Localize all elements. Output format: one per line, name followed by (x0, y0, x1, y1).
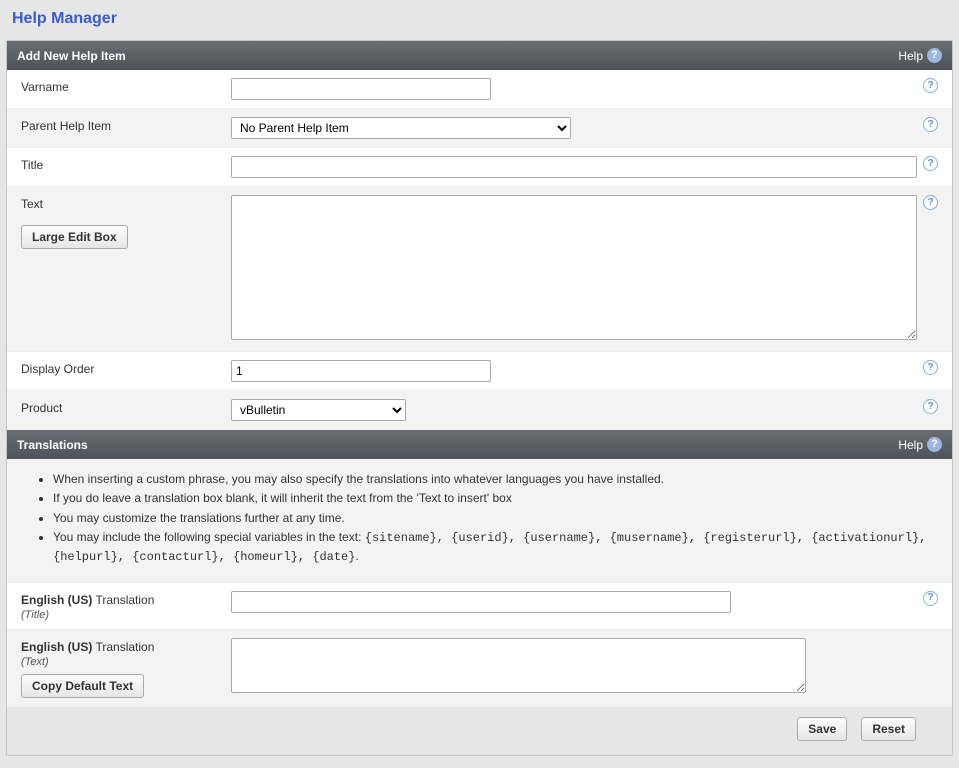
help-icon: ? (927, 48, 942, 63)
large-edit-box-button[interactable]: Large Edit Box (21, 225, 128, 249)
help-label-2: Help (898, 438, 923, 452)
label-text: Text (21, 197, 231, 211)
panel2-header: Translations Help ? (7, 430, 952, 459)
text-textarea[interactable] (231, 195, 917, 340)
row-parent: Parent Help Item No Parent Help Item ? (7, 109, 952, 148)
translations-info: When inserting a custom phrase, you may … (7, 459, 952, 583)
display-order-input[interactable] (231, 360, 491, 382)
page-title: Help Manager (0, 0, 959, 40)
label-parent: Parent Help Item (21, 117, 231, 133)
panel1-help-link[interactable]: Help ? (898, 48, 942, 63)
product-select[interactable]: vBulletin (231, 399, 406, 421)
translation-text-textarea[interactable] (231, 638, 806, 693)
varname-help-icon[interactable]: ? (923, 78, 938, 93)
label-display-order: Display Order (21, 360, 231, 376)
panel1-header: Add New Help Item Help ? (7, 41, 952, 70)
panel1-title: Add New Help Item (17, 49, 126, 63)
row-translation-title: English (US) Translation (Title) ? (7, 583, 952, 630)
reset-button[interactable]: Reset (861, 717, 916, 741)
add-help-item-panel: Add New Help Item Help ? Varname ? Paren… (6, 40, 953, 756)
product-help-icon[interactable]: ? (923, 399, 938, 414)
row-varname: Varname ? (7, 70, 952, 109)
info-bullet-2: If you do leave a translation box blank,… (53, 490, 934, 507)
text-help-icon[interactable]: ? (923, 195, 938, 210)
label-product: Product (21, 399, 231, 415)
row-text: Text Large Edit Box ? (7, 187, 952, 352)
panel2-title: Translations (17, 438, 88, 452)
copy-default-text-button[interactable]: Copy Default Text (21, 674, 144, 698)
info-bullet-4: You may include the following special va… (53, 529, 934, 566)
row-product: Product vBulletin ? (7, 391, 952, 430)
row-display-order: Display Order ? (7, 352, 952, 391)
help-label: Help (898, 49, 923, 63)
label-text-wrap: Text Large Edit Box (21, 195, 231, 249)
row-translation-text: English (US) Translation (Text) Copy Def… (7, 630, 952, 707)
save-button[interactable]: Save (797, 717, 847, 741)
parent-select[interactable]: No Parent Help Item (231, 117, 571, 139)
panel2-help-link[interactable]: Help ? (898, 437, 942, 452)
label-title: Title (21, 156, 231, 172)
action-bar: Save Reset (7, 707, 952, 755)
label-translation-text: English (US) Translation (Text) Copy Def… (21, 638, 231, 698)
translation-title-help-icon[interactable]: ? (923, 591, 938, 606)
display-order-help-icon[interactable]: ? (923, 360, 938, 375)
title-help-icon[interactable]: ? (923, 156, 938, 171)
label-translation-title: English (US) Translation (Title) (21, 591, 231, 621)
translation-title-input[interactable] (231, 591, 731, 613)
title-input[interactable] (231, 156, 917, 178)
info-bullet-3: You may customize the translations furth… (53, 510, 934, 527)
row-title: Title ? (7, 148, 952, 187)
parent-help-icon[interactable]: ? (923, 117, 938, 132)
info-bullet-1: When inserting a custom phrase, you may … (53, 471, 934, 488)
varname-input[interactable] (231, 78, 491, 100)
help-icon-2: ? (927, 437, 942, 452)
label-varname: Varname (21, 78, 231, 94)
